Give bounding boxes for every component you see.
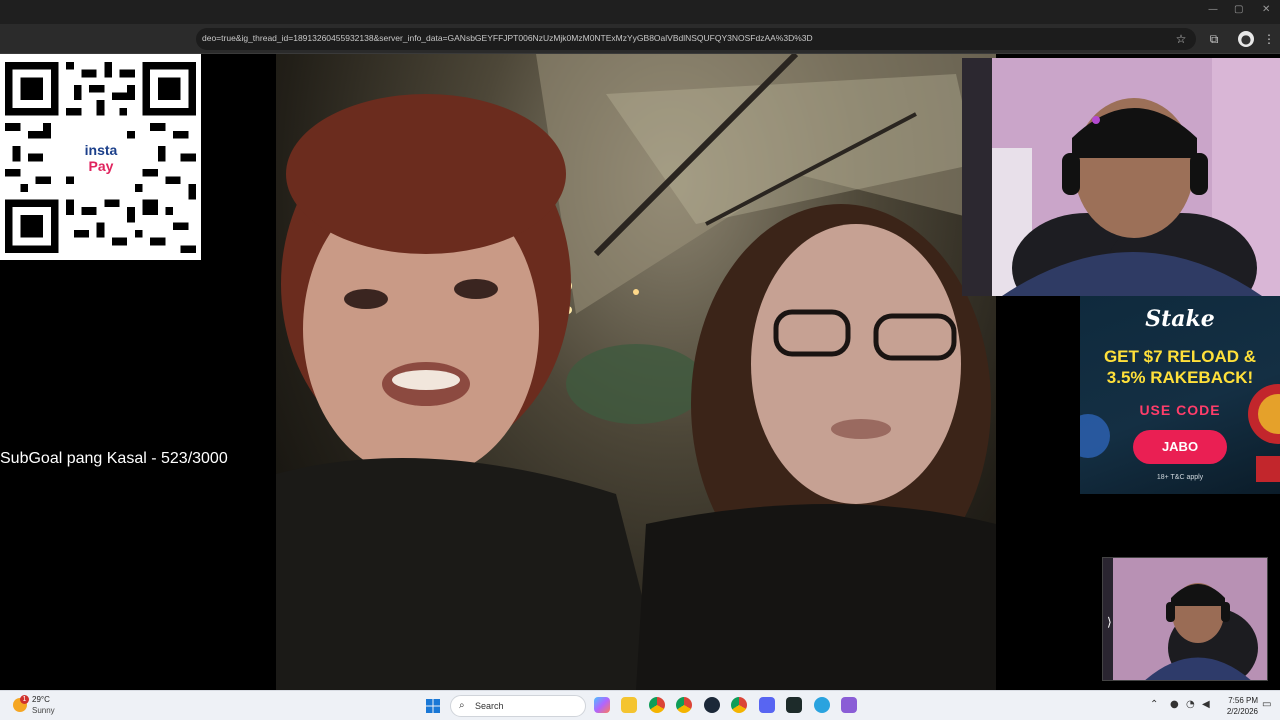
ad-headline-line1: GET $7 RELOAD & [1103,347,1257,366]
stake-logo: Stake [1145,306,1215,332]
file-explorer-icon[interactable] [621,697,637,713]
chrome-profile-icon[interactable] [731,697,747,713]
system-clock[interactable]: 7:56 PM 2/2/2026 [1218,695,1258,717]
streamer-webcam-large [962,58,1280,296]
taskbar: 1 29°C Sunny ⌕ Search ⌃ ● ◔ ◀ 7:56 PM 2/… [0,690,1280,720]
close-icon[interactable]: ✕ [1262,4,1270,15]
weather-condition[interactable]: Sunny [32,706,55,715]
puzzle-icon[interactable]: ⧉ [1206,31,1222,47]
telegram-icon[interactable] [814,697,830,713]
discord-icon[interactable] [759,697,775,713]
snipping-tool-icon[interactable] [841,697,857,713]
chrome-icon[interactable] [676,697,692,713]
ad-headline-line2: 3.5% RAKEBACK! [1106,368,1254,387]
logo-text-pay: Pay [88,158,114,174]
svg-text:⟩: ⟩ [1107,615,1112,629]
search-label: Search [475,701,504,711]
promo-code-button[interactable]: JABO [1133,430,1227,464]
weather-temp[interactable]: 29°C [32,695,50,704]
use-code-label: USE CODE [1139,402,1221,418]
main-video-feed [276,54,996,690]
url-field[interactable]: deo=true&ig_thread_id=18913260455932138&… [196,28,1196,50]
avatar-icon[interactable]: ● [1238,31,1254,47]
steam-icon[interactable] [704,697,720,713]
webcam-scene [962,58,1280,296]
microphone-icon[interactable]: ● [1170,699,1179,710]
address-bar: deo=true&ig_thread_id=18913260455932138&… [0,24,1280,54]
minimize-icon[interactable]: — [1208,4,1218,15]
streamer-webcam-small: ⟩ [1102,557,1268,681]
chevron-up-icon[interactable]: ⌃ [1150,699,1158,710]
instapay-qr-code: insta Pay [0,54,201,260]
ad-fine-print: 18+ T&C apply [1156,474,1204,481]
video-scene [276,54,996,690]
maximize-icon[interactable]: ▢ [1234,4,1243,15]
taskbar-search[interactable]: ⌕ Search [450,695,586,717]
url-text[interactable]: deo=true&ig_thread_id=18913260455932138&… [202,33,813,43]
wifi-icon[interactable]: ◔ [1186,699,1195,710]
small-webcam-scene: ⟩ [1103,558,1267,680]
chrome-icon[interactable] [649,697,665,713]
copilot-icon[interactable] [594,697,610,713]
kebab-menu-icon[interactable]: ⋮ [1261,31,1277,47]
star-icon[interactable]: ☆ [1173,31,1189,47]
ad-headline: GET $7 RELOAD & 3.5% RAKEBACK! [1080,346,1280,388]
instapay-logo: insta Pay [78,140,124,176]
clock-date: 2/2/2026 [1226,707,1258,716]
logo-text-insta: insta [84,142,118,158]
browser-titlebar: — ▢ ✕ [0,0,1280,24]
subgoal-text: SubGoal pang Kasal - 523/3000 [0,450,228,467]
stream-canvas: insta Pay SubGoal pang Kasal - 523/3000 [0,54,1280,690]
clock-time: 7:56 PM [1228,696,1258,705]
volume-icon[interactable]: ◀ [1202,699,1210,710]
windows-start-icon[interactable] [426,699,440,713]
app-icon[interactable] [786,697,802,713]
weather-badge: 1 [20,695,29,704]
search-icon: ⌕ [459,700,465,711]
notification-icon[interactable]: ▭ [1262,699,1271,710]
stake-advertisement[interactable]: Stake GET $7 RELOAD & 3.5% RAKEBACK! USE… [1080,296,1280,494]
